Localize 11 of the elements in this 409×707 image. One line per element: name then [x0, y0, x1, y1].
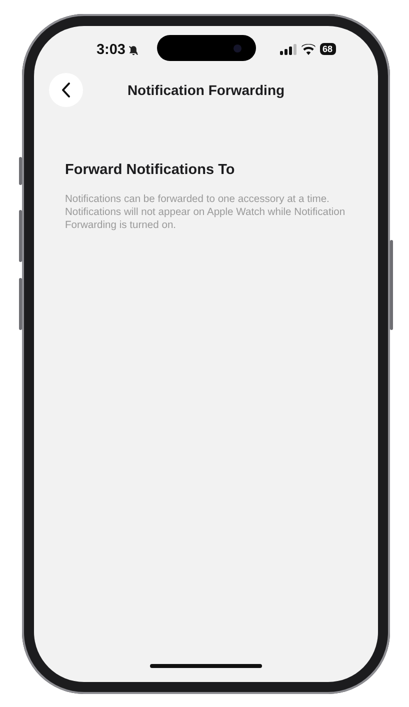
battery-level: 68	[320, 43, 336, 55]
camera-icon	[232, 44, 242, 52]
section-description: Notifications can be forwarded to one accessory at a time. Notifications will not appear on Apple Watch while Notification Forwarding is turned on.	[65, 194, 346, 232]
wifi-icon	[300, 44, 316, 54]
status-time: 3:03	[96, 43, 126, 58]
signal-icon	[280, 44, 296, 54]
back-button[interactable]	[49, 73, 83, 107]
screen-title: Notification Forwarding	[127, 80, 285, 100]
section-heading: Forward Notifications To	[65, 162, 236, 180]
chevron-left-icon	[61, 82, 71, 98]
muted-bell-icon	[128, 44, 138, 56]
